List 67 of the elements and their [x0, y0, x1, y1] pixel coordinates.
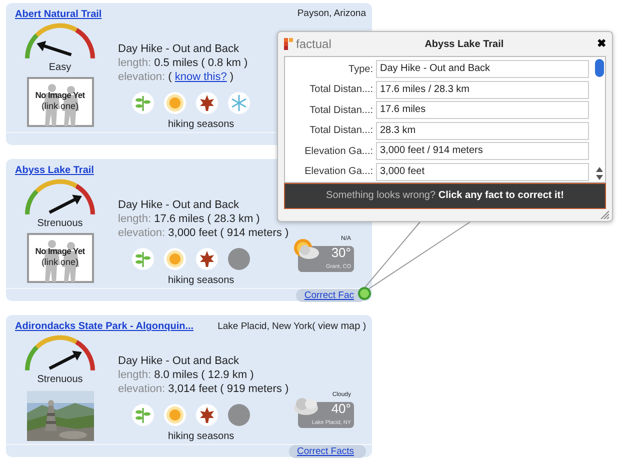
- popup-title: Abyss Lake Trail: [424, 38, 505, 52]
- paren-text: (: [167, 71, 173, 83]
- scroll-down-icon[interactable]: [596, 175, 602, 180]
- weather-temperature: 30°: [331, 246, 351, 260]
- gauge-arc: [25, 179, 95, 214]
- resize-grip-icon[interactable]: [600, 210, 609, 219]
- fact-field[interactable]: Day Hike - Out and Back: [376, 60, 589, 78]
- length-label: length:: [118, 369, 152, 382]
- fact-field[interactable]: 3,000 feet / 914 meters: [376, 142, 589, 160]
- paren-text: ): [228, 71, 234, 83]
- fact-label: Elevation Ga...:: [304, 165, 373, 180]
- trail-title-link[interactable]: Abyss Lake Trail: [15, 163, 94, 178]
- elevation-label: elevation:: [118, 227, 166, 239]
- link-image-link[interactable]: (link one): [41, 100, 78, 114]
- fact-label: Total Distan...:: [308, 104, 373, 118]
- elevation-label: elevation:: [118, 383, 166, 396]
- hike-type: Day Hike - Out and Back: [118, 198, 240, 212]
- fact-label: Elevation Ga...:: [304, 144, 373, 159]
- scroll-up-icon[interactable]: [596, 167, 602, 172]
- difficulty-label: Strenuous: [37, 373, 83, 388]
- fact-field[interactable]: 28.3 km: [376, 122, 589, 140]
- weather-temperature: 40°: [331, 402, 351, 416]
- scrollbar-thumb[interactable]: [594, 59, 604, 77]
- link-image-link[interactable]: (link one): [41, 256, 78, 270]
- needle-arrow: [36, 40, 72, 56]
- fact-field[interactable]: 17.6 miles / 28.3 km: [376, 80, 589, 99]
- correct-facts-link[interactable]: Correct Facts: [288, 445, 366, 458]
- weather-icon: [292, 238, 322, 262]
- know-this-link[interactable]: know this?: [174, 71, 227, 83]
- fact-label: Type:: [348, 62, 373, 77]
- length-label: length:: [118, 57, 152, 69]
- trail-location: Lake Placid, New York: [218, 321, 312, 332]
- hiking-seasons-label: hiking seasons: [168, 430, 234, 444]
- length-value: 17.6 miles ( 28.3 km ): [153, 213, 260, 225]
- correction-banner: Something looks wrong? Click any fact to correct it!: [284, 183, 606, 209]
- brand-name: factual: [296, 36, 332, 53]
- length-label: length:: [118, 213, 152, 225]
- gauge-arc: [25, 336, 95, 371]
- length-value: 0.5 miles ( 0.8 km ): [153, 57, 248, 69]
- fact-field[interactable]: 3,000 feet: [376, 162, 589, 181]
- trail-location: Payson, Arizona: [297, 8, 366, 19]
- close-button[interactable]: ✖: [597, 36, 606, 52]
- hike-type: Day Hike - Out and Back: [118, 354, 240, 368]
- trail-title-link[interactable]: Adirondacks State Park - Algonquin...: [15, 319, 194, 334]
- hiking-seasons-label: hiking seasons: [168, 274, 234, 288]
- correct-facts-link[interactable]: Correct Fac: [296, 289, 366, 302]
- elevation-value: 3,000 feet ( 914 meters ): [167, 227, 289, 239]
- length-value: 8.0 miles ( 12.9 km ): [153, 369, 254, 382]
- logo-icon: [284, 38, 293, 50]
- elevation-value: 3,014 feet ( 919 meters ): [167, 383, 289, 396]
- view-map-link[interactable]: view map: [318, 321, 360, 332]
- fact-label: Total Distan...:: [308, 124, 373, 138]
- fact-label: Total Distan...:: [308, 83, 373, 98]
- no-image-text: No Image Yet: [35, 246, 85, 256]
- hiking-seasons-label: hiking seasons: [168, 118, 234, 132]
- difficulty-label: Easy: [48, 61, 72, 75]
- elevation-label: elevation:: [118, 71, 166, 83]
- paren-text: (: [312, 321, 316, 332]
- needle-arrow: [48, 351, 82, 370]
- trail-title-link[interactable]: Abert Natural Trail: [15, 7, 102, 22]
- paren-text: ): [362, 321, 366, 332]
- fact-field[interactable]: 17.6 miles: [376, 101, 589, 120]
- no-image-text: No Image Yet: [35, 90, 85, 100]
- difficulty-label: Strenuous: [37, 217, 83, 231]
- hike-type: Day Hike - Out and Back: [118, 42, 240, 56]
- gauge-arc: [25, 23, 95, 58]
- needle-arrow: [48, 194, 82, 214]
